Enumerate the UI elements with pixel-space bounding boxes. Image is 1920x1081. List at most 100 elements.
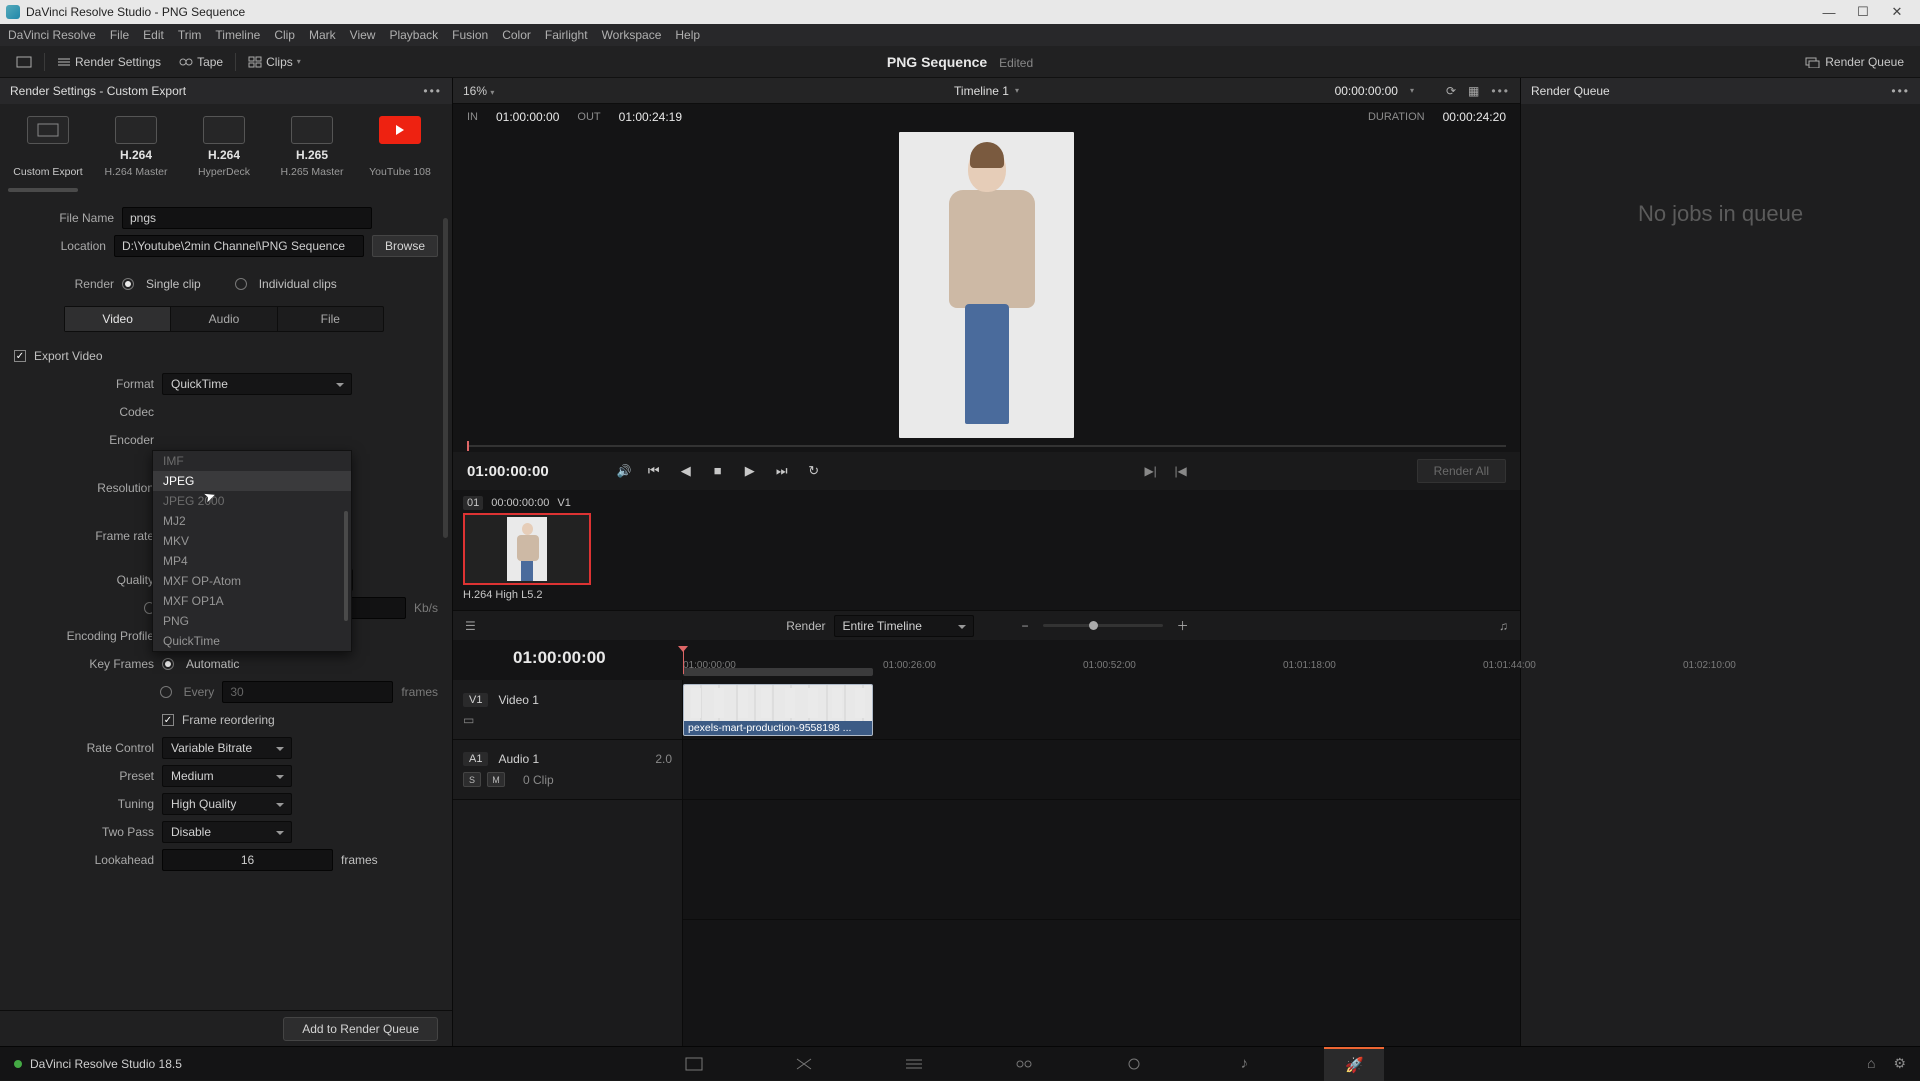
- file-name-input[interactable]: [122, 207, 372, 229]
- format-option-jpeg[interactable]: JPEG: [153, 471, 351, 491]
- menu-workspace[interactable]: Workspace: [602, 28, 662, 42]
- menu-view[interactable]: View: [350, 28, 376, 42]
- menu-file[interactable]: File: [110, 28, 129, 42]
- preset-select[interactable]: Medium: [162, 765, 292, 787]
- format-option-png[interactable]: PNG: [153, 611, 351, 631]
- zoom-dropdown[interactable]: 16% ▾: [463, 84, 494, 98]
- window-maximize-button[interactable]: ☐: [1846, 4, 1880, 20]
- frame-reordering-checkbox[interactable]: [162, 714, 174, 726]
- presets-scrollbar[interactable]: [8, 188, 78, 192]
- format-select[interactable]: QuickTime: [162, 373, 352, 395]
- mute-button[interactable]: M: [487, 772, 505, 787]
- single-clip-radio[interactable]: [122, 278, 134, 290]
- rate-control-select[interactable]: Variable Bitrate: [162, 737, 292, 759]
- play-button[interactable]: ▶: [742, 463, 758, 479]
- tab-audio[interactable]: Audio: [171, 307, 277, 331]
- expand-button[interactable]: [10, 54, 38, 70]
- format-option-mp4[interactable]: MP4: [153, 551, 351, 571]
- keyframes-auto-radio[interactable]: [162, 658, 174, 670]
- format-option-quicktime[interactable]: QuickTime: [153, 631, 351, 651]
- settings-scrollbar[interactable]: [443, 198, 448, 1010]
- preset-custom-export[interactable]: Custom Export: [4, 112, 92, 182]
- menu-color[interactable]: Color: [502, 28, 531, 42]
- out-timecode[interactable]: 01:00:24:19: [619, 110, 682, 124]
- preset-h265-master[interactable]: H.265 H.265 Master: [268, 112, 356, 182]
- render-range-select[interactable]: Entire Timeline: [834, 615, 974, 637]
- format-option-mkv[interactable]: MKV: [153, 531, 351, 551]
- format-option-mxf-op1a[interactable]: MXF OP1A: [153, 591, 351, 611]
- keyframes-value-input[interactable]: [222, 681, 393, 703]
- go-last-button[interactable]: ⏭: [774, 463, 790, 479]
- zoom-slider[interactable]: [1043, 624, 1163, 627]
- in-out-range[interactable]: [683, 668, 873, 676]
- viewer-timecode[interactable]: 00:00:00:00: [1335, 84, 1398, 98]
- preset-h264-master[interactable]: H.264 H.264 Master: [92, 112, 180, 182]
- timeline-playhead[interactable]: [683, 646, 684, 674]
- page-media[interactable]: [664, 1047, 724, 1081]
- viewer-scrubber[interactable]: [453, 440, 1520, 452]
- menu-playback[interactable]: Playback: [389, 28, 438, 42]
- video-track-header[interactable]: V1 Video 1 ▭: [453, 680, 682, 740]
- video-clip[interactable]: pexels-mart-production-9558198 ...: [683, 684, 873, 736]
- home-button[interactable]: ⌂: [1867, 1055, 1875, 1072]
- menu-help[interactable]: Help: [675, 28, 700, 42]
- menu-davinci[interactable]: DaVinci Resolve: [8, 28, 96, 42]
- page-fairlight[interactable]: ♪: [1214, 1047, 1274, 1081]
- format-option-mj2[interactable]: MJ2: [153, 511, 351, 531]
- twopass-select[interactable]: Disable: [162, 821, 292, 843]
- page-edit[interactable]: [884, 1047, 944, 1081]
- tape-toggle[interactable]: Tape: [173, 53, 229, 71]
- lookahead-input[interactable]: [162, 849, 333, 871]
- format-option-jpeg2000[interactable]: JPEG 2000: [153, 491, 351, 511]
- loop-icon[interactable]: ⟳: [1446, 84, 1456, 98]
- page-cut[interactable]: [774, 1047, 834, 1081]
- solo-button[interactable]: S: [463, 772, 481, 787]
- audio-lane[interactable]: [683, 740, 1520, 800]
- render-queue-toggle[interactable]: Render Queue: [1799, 53, 1910, 71]
- preview-viewer[interactable]: [453, 130, 1520, 440]
- audio-track-header[interactable]: A1 Audio 1 2.0 S M 0 Clip: [453, 740, 682, 800]
- menu-fairlight[interactable]: Fairlight: [545, 28, 588, 42]
- timeline-view-icon[interactable]: ☰: [465, 619, 476, 633]
- page-deliver[interactable]: 🚀: [1324, 1047, 1384, 1081]
- stop-button[interactable]: ■: [710, 463, 726, 479]
- transport-timecode[interactable]: 01:00:00:00: [467, 463, 549, 480]
- volume-icon[interactable]: 🔊: [617, 464, 632, 478]
- page-fusion[interactable]: [994, 1047, 1054, 1081]
- clips-dropdown[interactable]: Clips ▾: [242, 53, 307, 71]
- menu-fusion[interactable]: Fusion: [452, 28, 488, 42]
- go-first-button[interactable]: ⏮: [646, 463, 662, 479]
- window-minimize-button[interactable]: —: [1812, 5, 1846, 20]
- menu-trim[interactable]: Trim: [178, 28, 202, 42]
- tab-file[interactable]: File: [278, 307, 383, 331]
- zoom-in-button[interactable]: ＋: [1177, 617, 1189, 634]
- render-all-button[interactable]: Render All: [1417, 459, 1506, 483]
- preset-youtube[interactable]: YouTube 108: [356, 112, 444, 182]
- in-timecode[interactable]: 01:00:00:00: [496, 110, 559, 124]
- dropdown-scrollbar[interactable]: [344, 511, 348, 621]
- format-option-imf[interactable]: IMF: [153, 451, 351, 471]
- timeline-ruler[interactable]: 01:00:00:00 01:00:00:00 01:00:26:00 01:0…: [453, 640, 1520, 680]
- track-visibility-icon[interactable]: ▭: [463, 713, 474, 727]
- individual-clips-radio[interactable]: [235, 278, 247, 290]
- export-video-checkbox[interactable]: [14, 350, 26, 362]
- format-option-mxf-opatom[interactable]: MXF OP-Atom: [153, 571, 351, 591]
- add-to-render-queue-button[interactable]: Add to Render Queue: [283, 1017, 438, 1041]
- next-marker-button[interactable]: ▶|: [1143, 464, 1159, 478]
- menu-clip[interactable]: Clip: [274, 28, 295, 42]
- keyframes-every-radio[interactable]: [160, 686, 172, 698]
- prev-marker-button[interactable]: |◀: [1173, 464, 1189, 478]
- audio-meters-icon[interactable]: ♫: [1499, 619, 1508, 633]
- panel-menu-button[interactable]: •••: [423, 84, 442, 98]
- clip-thumbnail[interactable]: 01 00:00:00:00 V1 H.264 High L5.2: [463, 496, 593, 604]
- page-color[interactable]: [1104, 1047, 1164, 1081]
- render-settings-toggle[interactable]: Render Settings: [51, 53, 167, 71]
- loop-button[interactable]: ↻: [806, 463, 822, 479]
- tuning-select[interactable]: High Quality: [162, 793, 292, 815]
- menu-edit[interactable]: Edit: [143, 28, 164, 42]
- tab-video[interactable]: Video: [65, 307, 171, 331]
- zoom-out-button[interactable]: −: [1022, 619, 1029, 633]
- grid-icon[interactable]: ▦: [1468, 84, 1479, 98]
- menu-timeline[interactable]: Timeline: [215, 28, 260, 42]
- video-lane[interactable]: pexels-mart-production-9558198 ...: [683, 680, 1520, 740]
